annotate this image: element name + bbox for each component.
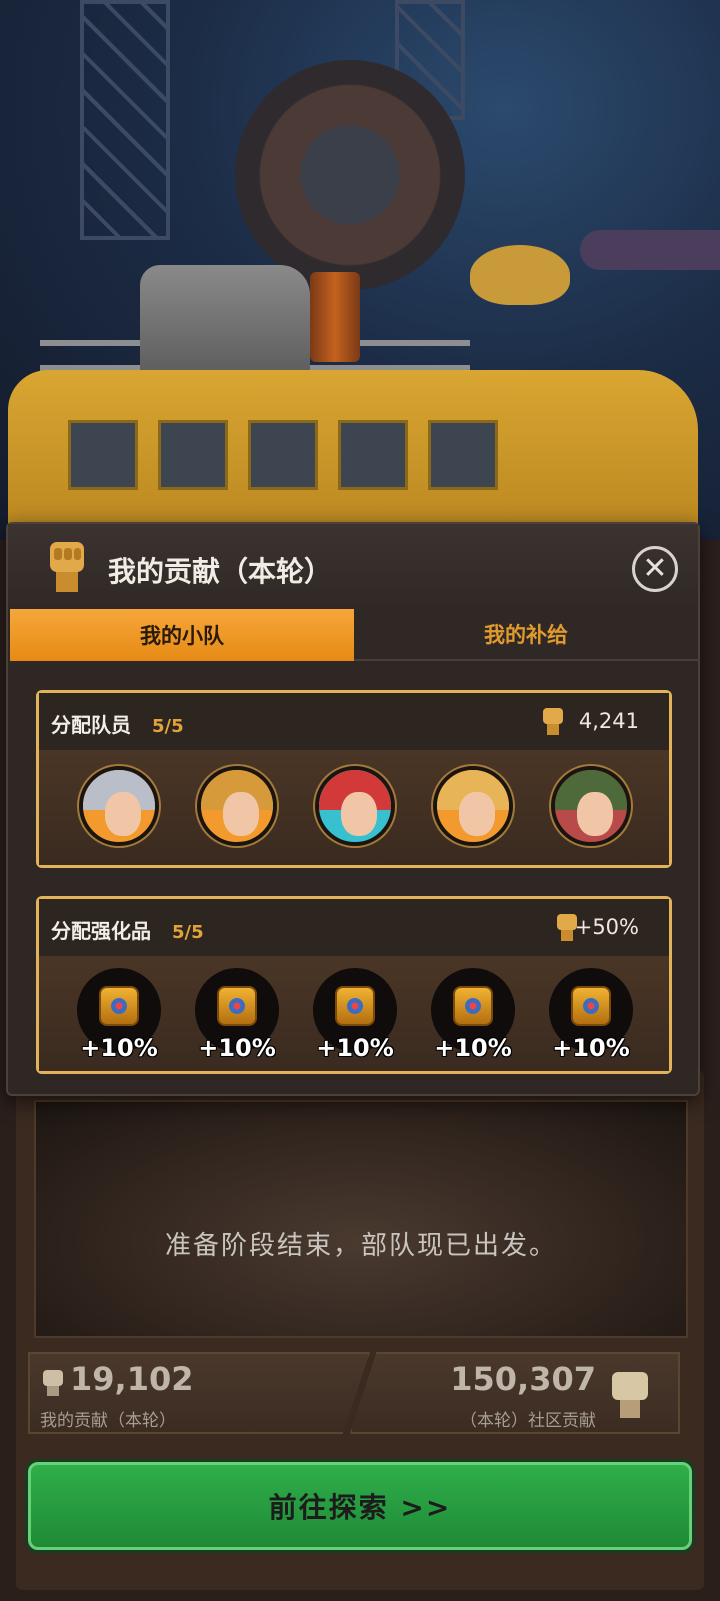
pipe bbox=[580, 230, 720, 270]
boosts-bonus-value: +50% bbox=[574, 915, 639, 939]
boosts-section-title: 分配强化品 5/5 bbox=[51, 915, 204, 944]
boost-item[interactable]: +10% bbox=[77, 968, 161, 1062]
boost-item[interactable]: +10% bbox=[431, 968, 515, 1062]
fist-icon bbox=[612, 1372, 648, 1418]
bus-window bbox=[338, 420, 408, 490]
compass-icon bbox=[453, 986, 493, 1026]
tarp-cargo bbox=[140, 265, 310, 375]
members-count: 5/5 bbox=[151, 716, 184, 737]
status-text: 准备阶段结束，部队现已出发。 bbox=[164, 1231, 557, 1261]
my-contribution-value: 19,102 bbox=[70, 1360, 194, 1398]
my-contribution-box: 19,102 我的贡献（本轮） bbox=[28, 1352, 370, 1434]
member-avatar[interactable] bbox=[433, 766, 513, 846]
boosts-title-text: 分配强化品 bbox=[51, 919, 151, 943]
community-contribution-label: （本轮）社区贡献 bbox=[460, 1411, 596, 1431]
close-icon: ✕ bbox=[642, 551, 668, 586]
close-button[interactable]: ✕ bbox=[632, 546, 678, 592]
members-list bbox=[39, 750, 669, 865]
fist-icon bbox=[543, 708, 563, 735]
boosts-section-header: 分配强化品 5/5 +50% bbox=[39, 899, 669, 956]
members-section-header: 分配队员 5/5 4,241 bbox=[39, 693, 669, 750]
explore-button[interactable]: 前往探索 >> bbox=[28, 1462, 692, 1550]
contribution-dialog: 我的贡献（本轮） ✕ 我的小队 我的补给 分配队员 5/5 4,241 分配强化… bbox=[6, 522, 700, 1096]
boost-label: +10% bbox=[434, 1034, 512, 1062]
compass-icon bbox=[335, 986, 375, 1026]
member-avatar[interactable] bbox=[315, 766, 395, 846]
avatar-face bbox=[105, 792, 141, 836]
compass-icon bbox=[571, 986, 611, 1026]
dialog-header: 我的贡献（本轮） ✕ bbox=[8, 524, 698, 610]
boost-label: +10% bbox=[552, 1034, 630, 1062]
avatar-face bbox=[223, 792, 259, 836]
dialog-title: 我的贡献（本轮） bbox=[108, 555, 333, 588]
bus-window bbox=[248, 420, 318, 490]
compass-icon bbox=[217, 986, 257, 1026]
tab-my-supplies[interactable]: 我的补给 bbox=[354, 609, 698, 661]
battlefield-image bbox=[34, 1100, 688, 1338]
boost-label: +10% bbox=[198, 1034, 276, 1062]
boost-item[interactable]: +10% bbox=[195, 968, 279, 1062]
boost-item[interactable]: +10% bbox=[313, 968, 397, 1062]
members-section-title: 分配队员 5/5 bbox=[51, 709, 184, 738]
avatar-face bbox=[459, 792, 495, 836]
scaffold-tower bbox=[80, 0, 170, 240]
machine-drum bbox=[235, 60, 465, 290]
boosts-list: +10% +10% +10% +10% +10% bbox=[39, 956, 669, 1071]
boost-label: +10% bbox=[80, 1034, 158, 1062]
fist-icon bbox=[43, 1370, 63, 1396]
bus-window bbox=[68, 420, 138, 490]
member-avatar[interactable] bbox=[79, 766, 159, 846]
community-contribution-value: 150,307 bbox=[450, 1360, 596, 1398]
tab-bar: 我的小队 我的补给 bbox=[10, 609, 698, 661]
members-title-text: 分配队员 bbox=[51, 713, 131, 737]
avatar-face bbox=[341, 792, 377, 836]
boosts-count: 5/5 bbox=[171, 922, 204, 943]
members-section: 分配队员 5/5 4,241 bbox=[36, 690, 672, 868]
boost-item[interactable]: +10% bbox=[549, 968, 633, 1062]
boost-label: +10% bbox=[316, 1034, 394, 1062]
tab-my-squad[interactable]: 我的小队 bbox=[10, 609, 354, 661]
school-bus bbox=[8, 370, 698, 540]
community-contribution-box: 150,307 （本轮）社区贡献 bbox=[350, 1352, 680, 1434]
boosts-section: 分配强化品 5/5 +50% +10% +10% +10% +10% +10% bbox=[36, 896, 672, 1074]
compass-icon bbox=[99, 986, 139, 1026]
satellite-dish bbox=[470, 245, 570, 305]
game-scene-background bbox=[0, 0, 720, 540]
my-contribution-label: 我的贡献（本轮） bbox=[40, 1411, 176, 1431]
member-avatar[interactable] bbox=[551, 766, 631, 846]
avatar-face bbox=[577, 792, 613, 836]
members-power-value: 4,241 bbox=[578, 709, 639, 733]
bus-window bbox=[428, 420, 498, 490]
barrel bbox=[310, 272, 360, 362]
fist-icon bbox=[50, 542, 84, 592]
bus-window bbox=[158, 420, 228, 490]
member-avatar[interactable] bbox=[197, 766, 277, 846]
